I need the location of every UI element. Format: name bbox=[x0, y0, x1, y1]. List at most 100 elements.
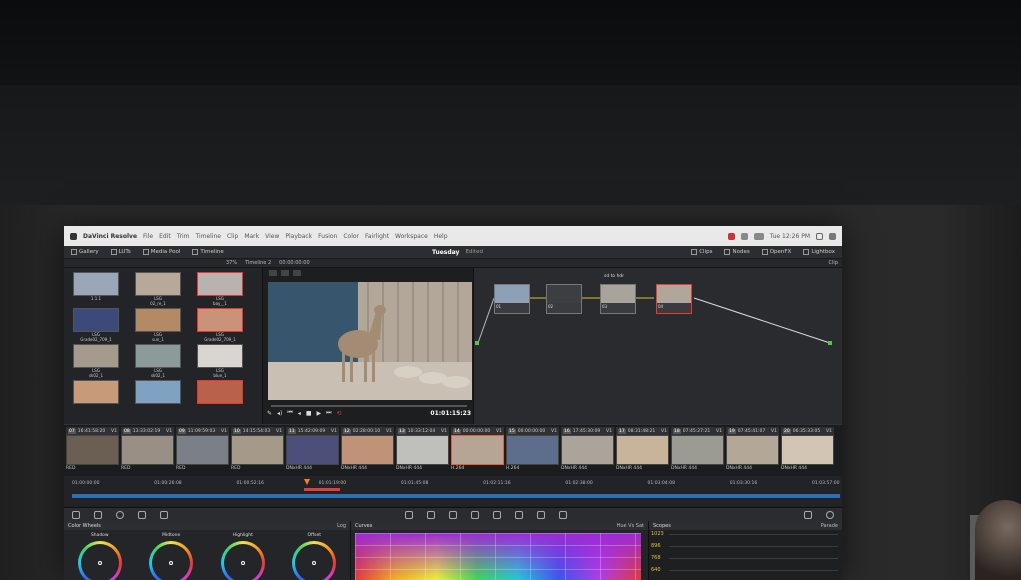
pen-icon[interactable]: ✎ bbox=[267, 410, 272, 417]
clip-thumbnail[interactable]: 10 14:15:54:03 V1 RED bbox=[231, 427, 284, 475]
rgb-mixer-icon[interactable] bbox=[138, 510, 146, 519]
color-wheel-ring[interactable] bbox=[292, 541, 337, 580]
motion-effects-icon[interactable] bbox=[160, 510, 168, 519]
go-to-end-icon[interactable]: ⏭ bbox=[326, 409, 331, 417]
menu-timeline[interactable]: Timeline bbox=[195, 233, 221, 240]
gallery-still[interactable]: LSG 02_re_1 bbox=[132, 272, 184, 306]
clip-thumbnail[interactable]: 13 10:33:12:04 V1 DNxHR 444 bbox=[396, 427, 449, 475]
menu-fairlight[interactable]: Fairlight bbox=[365, 233, 389, 240]
gallery-still[interactable]: 1.1.1 bbox=[70, 272, 122, 306]
clip-thumbnail[interactable]: 20 06:35:33:05 V1 DNxHR 444 bbox=[781, 427, 834, 475]
clip-thumbnail[interactable]: 15 00:00:00:00 V1 H.264 bbox=[506, 427, 559, 475]
gallery-still[interactable]: LSG Grade02_709_1 bbox=[70, 308, 122, 342]
menu-edit[interactable]: Edit bbox=[159, 233, 171, 240]
wifi-icon[interactable] bbox=[740, 232, 748, 240]
viewer-wipe-icon[interactable] bbox=[293, 270, 301, 276]
gallery-still[interactable]: LSG blue_1 bbox=[194, 344, 246, 378]
mini-timeline[interactable]: 01:00:00:00 01:00:26:08 01:00:52:16 01:01:1… bbox=[64, 476, 842, 506]
camera-raw-icon[interactable] bbox=[72, 510, 80, 519]
clip-thumbnail[interactable]: 16 17:45:30:09 V1 DNxHR 444 bbox=[561, 427, 614, 475]
openfx-button[interactable]: OpenFX bbox=[759, 249, 795, 255]
qualifier-icon[interactable] bbox=[427, 510, 435, 519]
menu-playback[interactable]: Playback bbox=[285, 233, 312, 240]
clip-thumbnail[interactable]: 14 00:00:00:00 V1 H.264 bbox=[451, 427, 504, 475]
clip-thumbnail[interactable]: 11 15:42:09:09 V1 DNxHR 444 bbox=[286, 427, 339, 475]
tracker-icon[interactable] bbox=[471, 510, 479, 519]
gallery-still[interactable] bbox=[132, 380, 184, 414]
info-icon[interactable] bbox=[826, 510, 834, 519]
timeline-button[interactable]: Timeline bbox=[189, 249, 226, 255]
menu-fusion[interactable]: Fusion bbox=[318, 233, 337, 240]
wheel-puck[interactable] bbox=[240, 561, 245, 565]
menu-clip[interactable]: Clip bbox=[227, 233, 238, 240]
play-icon[interactable]: ▶ bbox=[316, 410, 321, 417]
gallery-still[interactable]: LSG bay__1 bbox=[194, 272, 246, 306]
node-04[interactable]: 04 bbox=[656, 284, 692, 314]
clip-thumbnail[interactable]: 12 02:28:00:10 V1 DNxHR 444 bbox=[341, 427, 394, 475]
search-icon[interactable] bbox=[816, 232, 823, 240]
wheel-puck[interactable] bbox=[169, 561, 174, 565]
stop-icon[interactable]: ■ bbox=[306, 410, 312, 417]
gallery-still[interactable] bbox=[194, 380, 246, 414]
lightbox-button[interactable]: Lightbox bbox=[800, 249, 838, 255]
blur-icon[interactable] bbox=[493, 510, 501, 519]
curves-mode[interactable]: Hue Vs Sat bbox=[617, 523, 644, 529]
menu-trim[interactable]: Trim bbox=[177, 233, 190, 240]
loop-icon[interactable]: ⟲ bbox=[337, 410, 342, 417]
scopes-mode[interactable]: Parade bbox=[821, 523, 838, 529]
timeline-select[interactable]: Timeline 2 bbox=[245, 260, 271, 266]
curves-icon[interactable] bbox=[405, 510, 413, 519]
gallery-still[interactable]: LSG Grade02_709_1 bbox=[194, 308, 246, 342]
clip-thumbnail[interactable]: 18 07:45:27:21 V1 DNxHR 444 bbox=[671, 427, 724, 475]
node-03[interactable]: 03 bbox=[600, 284, 636, 314]
go-to-start-icon[interactable]: ⏮ bbox=[287, 409, 292, 417]
wheel-puck[interactable] bbox=[312, 561, 317, 565]
media-pool-button[interactable]: Media Pool bbox=[140, 249, 184, 255]
clip-thumbnail[interactable]: 07 16:41:58:20 V1 RED bbox=[66, 427, 119, 475]
clip-thumbnail[interactable]: 19 07:45:41:07 V1 DNxHR 444 bbox=[726, 427, 779, 475]
clip-mode-select[interactable]: Clip bbox=[829, 260, 838, 266]
clip-thumbnail[interactable]: 08 13:33:02:19 V1 RED bbox=[121, 427, 174, 475]
node-01[interactable]: 01 bbox=[494, 284, 530, 314]
wheel-offset[interactable]: Offset bbox=[284, 533, 344, 580]
menu-file[interactable]: File bbox=[143, 233, 153, 240]
color-wheels-mode[interactable]: Log bbox=[337, 523, 346, 529]
wheel-puck[interactable] bbox=[97, 561, 102, 565]
hue-vs-sat-graph[interactable] bbox=[355, 533, 641, 580]
wheel-highlight[interactable]: Highlight bbox=[213, 533, 273, 580]
battery-icon[interactable] bbox=[753, 232, 764, 240]
menu-workspace[interactable]: Workspace bbox=[395, 233, 428, 240]
sizing-icon[interactable] bbox=[537, 510, 545, 519]
step-back-icon[interactable]: ◂ bbox=[298, 410, 301, 417]
luts-button[interactable]: LUTs bbox=[108, 249, 134, 255]
gallery-still[interactable]: LSG sk02_1 bbox=[132, 344, 184, 378]
color-wheel-ring[interactable] bbox=[149, 541, 194, 580]
window-icon[interactable] bbox=[449, 510, 457, 519]
menu-mark[interactable]: Mark bbox=[244, 233, 259, 240]
status-red-icon[interactable] bbox=[727, 232, 735, 240]
apple-icon[interactable] bbox=[70, 232, 77, 240]
wheel-shadow[interactable]: Shadow bbox=[70, 533, 130, 580]
video-track-v1[interactable] bbox=[72, 494, 840, 498]
video-frame[interactable] bbox=[268, 282, 472, 400]
zoom-level[interactable]: 37% bbox=[226, 260, 237, 266]
node-02[interactable]: 02 bbox=[546, 284, 582, 314]
scopes-icon[interactable] bbox=[804, 510, 812, 519]
gallery-button[interactable]: Gallery bbox=[68, 249, 102, 255]
nodes-button[interactable]: Nodes bbox=[721, 249, 752, 255]
speaker-icon[interactable]: ◂) bbox=[277, 410, 282, 417]
app-name[interactable]: DaVinci Resolve bbox=[83, 233, 137, 240]
menu-help[interactable]: Help bbox=[434, 233, 448, 240]
list-icon[interactable] bbox=[829, 232, 836, 240]
color-wheel-ring[interactable] bbox=[77, 541, 122, 580]
viewer-grid-icon[interactable] bbox=[281, 270, 289, 276]
clip-thumbnail[interactable]: 17 08:31:48:21 V1 DNxHR 444 bbox=[616, 427, 669, 475]
viewer-mode-icon[interactable] bbox=[269, 270, 277, 276]
key-icon[interactable] bbox=[515, 510, 523, 519]
gallery-still[interactable] bbox=[70, 380, 122, 414]
color-wheel-ring[interactable] bbox=[220, 541, 265, 580]
menu-color[interactable]: Color bbox=[343, 233, 359, 240]
color-match-icon[interactable] bbox=[94, 510, 102, 519]
color-wheels-icon[interactable] bbox=[116, 510, 124, 519]
3d-icon[interactable] bbox=[559, 510, 567, 519]
